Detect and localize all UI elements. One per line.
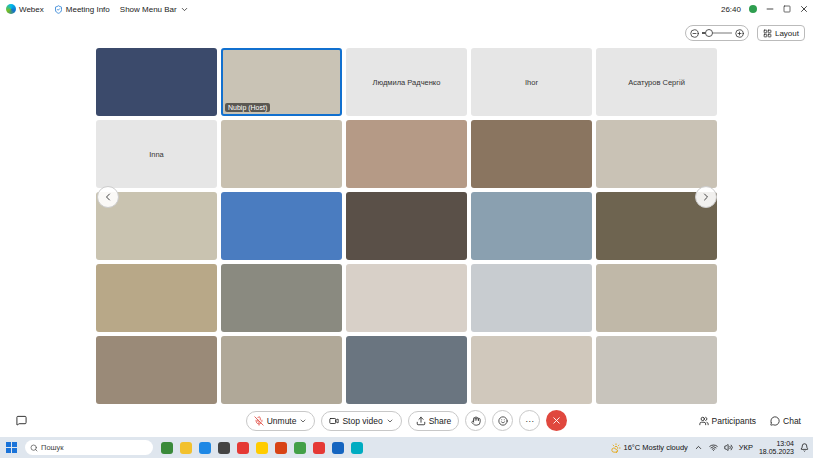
windows-start-icon[interactable] xyxy=(6,442,17,453)
taskbar-app-icon[interactable] xyxy=(332,442,344,454)
share-icon xyxy=(416,416,426,426)
stop-video-button[interactable]: Stop video xyxy=(321,411,401,431)
camera-icon xyxy=(329,416,339,426)
captions-icon[interactable] xyxy=(16,415,27,426)
participant-tile[interactable] xyxy=(471,120,592,188)
chat-icon xyxy=(770,416,780,426)
taskbar-app-icon[interactable] xyxy=(199,442,211,454)
chat-button[interactable]: Chat xyxy=(770,416,801,426)
layout-icon xyxy=(763,29,772,38)
close-icon xyxy=(551,415,562,426)
participant-tile[interactable] xyxy=(346,120,467,188)
control-bar: UnmuteStop video Share ··· Participants Chat xyxy=(0,404,813,437)
webex-window: Webex Meeting Info Show Menu Bar 26:40 Layou… xyxy=(0,0,813,458)
layout-button[interactable]: Layout xyxy=(757,25,805,41)
zoom-thumb[interactable] xyxy=(705,29,713,37)
taskbar-search[interactable]: Пошук xyxy=(25,440,153,455)
reactions-button[interactable] xyxy=(492,410,513,431)
maximize-icon[interactable] xyxy=(783,5,791,13)
participant-tile[interactable] xyxy=(346,192,467,260)
notification-icon[interactable] xyxy=(800,443,809,452)
zoom-in-icon[interactable] xyxy=(735,29,744,38)
chevron-down-icon xyxy=(299,417,307,425)
tray-expand-icon[interactable] xyxy=(694,443,703,452)
minimize-icon[interactable] xyxy=(765,4,775,14)
meeting-stage: Layout Nubip (Host) Людмила Радченко Ihor Ас… xyxy=(0,18,813,404)
taskbar-clock[interactable]: 13:0418.05.2023 xyxy=(759,440,794,455)
volume-icon[interactable] xyxy=(724,443,733,452)
chevron-right-icon xyxy=(700,191,712,203)
taskbar-app-icon[interactable] xyxy=(180,442,192,454)
participant-tile[interactable] xyxy=(221,264,342,332)
next-page-button[interactable] xyxy=(695,186,717,208)
participant-tile[interactable] xyxy=(96,48,217,116)
meeting-info[interactable]: Meeting Info xyxy=(54,5,110,14)
taskbar-app-icon[interactable] xyxy=(256,442,268,454)
participant-tile[interactable]: Асатуров Сергій xyxy=(596,48,717,116)
participant-tile[interactable] xyxy=(471,264,592,332)
chevron-left-icon xyxy=(102,191,114,203)
taskbar-app-icon[interactable] xyxy=(237,442,249,454)
participant-name: Асатуров Сергій xyxy=(624,78,689,87)
participant-tile[interactable] xyxy=(346,336,467,404)
participant-tile[interactable] xyxy=(221,192,342,260)
participant-tile[interactable] xyxy=(596,264,717,332)
zoom-out-icon[interactable] xyxy=(690,29,699,38)
zoom-slider[interactable] xyxy=(685,25,749,41)
participant-label: Nubip (Host) xyxy=(225,103,270,112)
previous-page-button[interactable] xyxy=(97,186,119,208)
view-toolbar: Layout xyxy=(0,18,813,48)
close-icon[interactable] xyxy=(799,4,809,14)
weather-widget[interactable]: 16°C Mostly cloudy xyxy=(611,443,688,453)
participant-name: Inna xyxy=(145,150,168,159)
taskbar-app-icon[interactable] xyxy=(351,442,363,454)
chevron-down-icon xyxy=(180,5,189,14)
participant-tile[interactable] xyxy=(471,192,592,260)
hand-icon xyxy=(471,416,481,426)
app-name: Webex xyxy=(6,4,44,14)
participant-tile[interactable] xyxy=(221,336,342,404)
participant-tile[interactable] xyxy=(471,336,592,404)
taskbar-app-icon[interactable] xyxy=(218,442,230,454)
chevron-down-icon xyxy=(386,417,394,425)
participant-tile[interactable] xyxy=(221,120,342,188)
more-button[interactable]: ··· xyxy=(519,410,540,431)
participant-tile[interactable] xyxy=(596,336,717,404)
webex-logo-icon xyxy=(6,4,16,14)
language-indicator[interactable]: УКР xyxy=(739,443,753,452)
participants-button[interactable]: Participants xyxy=(699,416,756,426)
end-call-button[interactable] xyxy=(546,410,567,431)
mic-off-icon xyxy=(254,416,264,426)
participant-tile[interactable]: Людмила Радченко xyxy=(346,48,467,116)
zoom-track[interactable] xyxy=(702,32,732,34)
taskbar-app-icon[interactable] xyxy=(275,442,287,454)
network-icon[interactable] xyxy=(709,443,718,452)
show-menu-bar[interactable]: Show Menu Bar xyxy=(120,5,189,14)
people-icon xyxy=(699,416,709,426)
meeting-timer: 26:40 xyxy=(721,5,741,14)
unmute-button[interactable]: Unmute xyxy=(246,411,316,431)
taskbar-app-icon[interactable] xyxy=(313,442,325,454)
participant-tile[interactable]: Ihor xyxy=(471,48,592,116)
taskbar-app-icon[interactable] xyxy=(294,442,306,454)
participant-name: Людмила Радченко xyxy=(369,78,445,87)
status-icon xyxy=(749,5,757,13)
participant-name: Ihor xyxy=(521,78,542,87)
shield-icon xyxy=(54,5,63,14)
raise-hand-button[interactable] xyxy=(465,410,486,431)
participant-tile[interactable]: Inna xyxy=(96,120,217,188)
share-button[interactable]: Share xyxy=(408,411,460,431)
title-bar: Webex Meeting Info Show Menu Bar 26:40 xyxy=(0,0,813,18)
taskbar: Пошук 16°C Mostly cloudy УКР 13:0418.05.202… xyxy=(0,437,813,458)
search-icon xyxy=(30,444,38,452)
weather-icon xyxy=(611,443,621,453)
smile-icon xyxy=(498,416,508,426)
participant-tile[interactable] xyxy=(96,264,217,332)
video-grid: Nubip (Host) Людмила Радченко Ihor Асатуров… xyxy=(0,48,813,404)
taskbar-app-icon[interactable] xyxy=(161,442,173,454)
participant-tile[interactable] xyxy=(596,120,717,188)
participant-tile[interactable] xyxy=(346,264,467,332)
participant-tile[interactable]: Nubip (Host) xyxy=(221,48,342,116)
participant-tile[interactable] xyxy=(96,336,217,404)
